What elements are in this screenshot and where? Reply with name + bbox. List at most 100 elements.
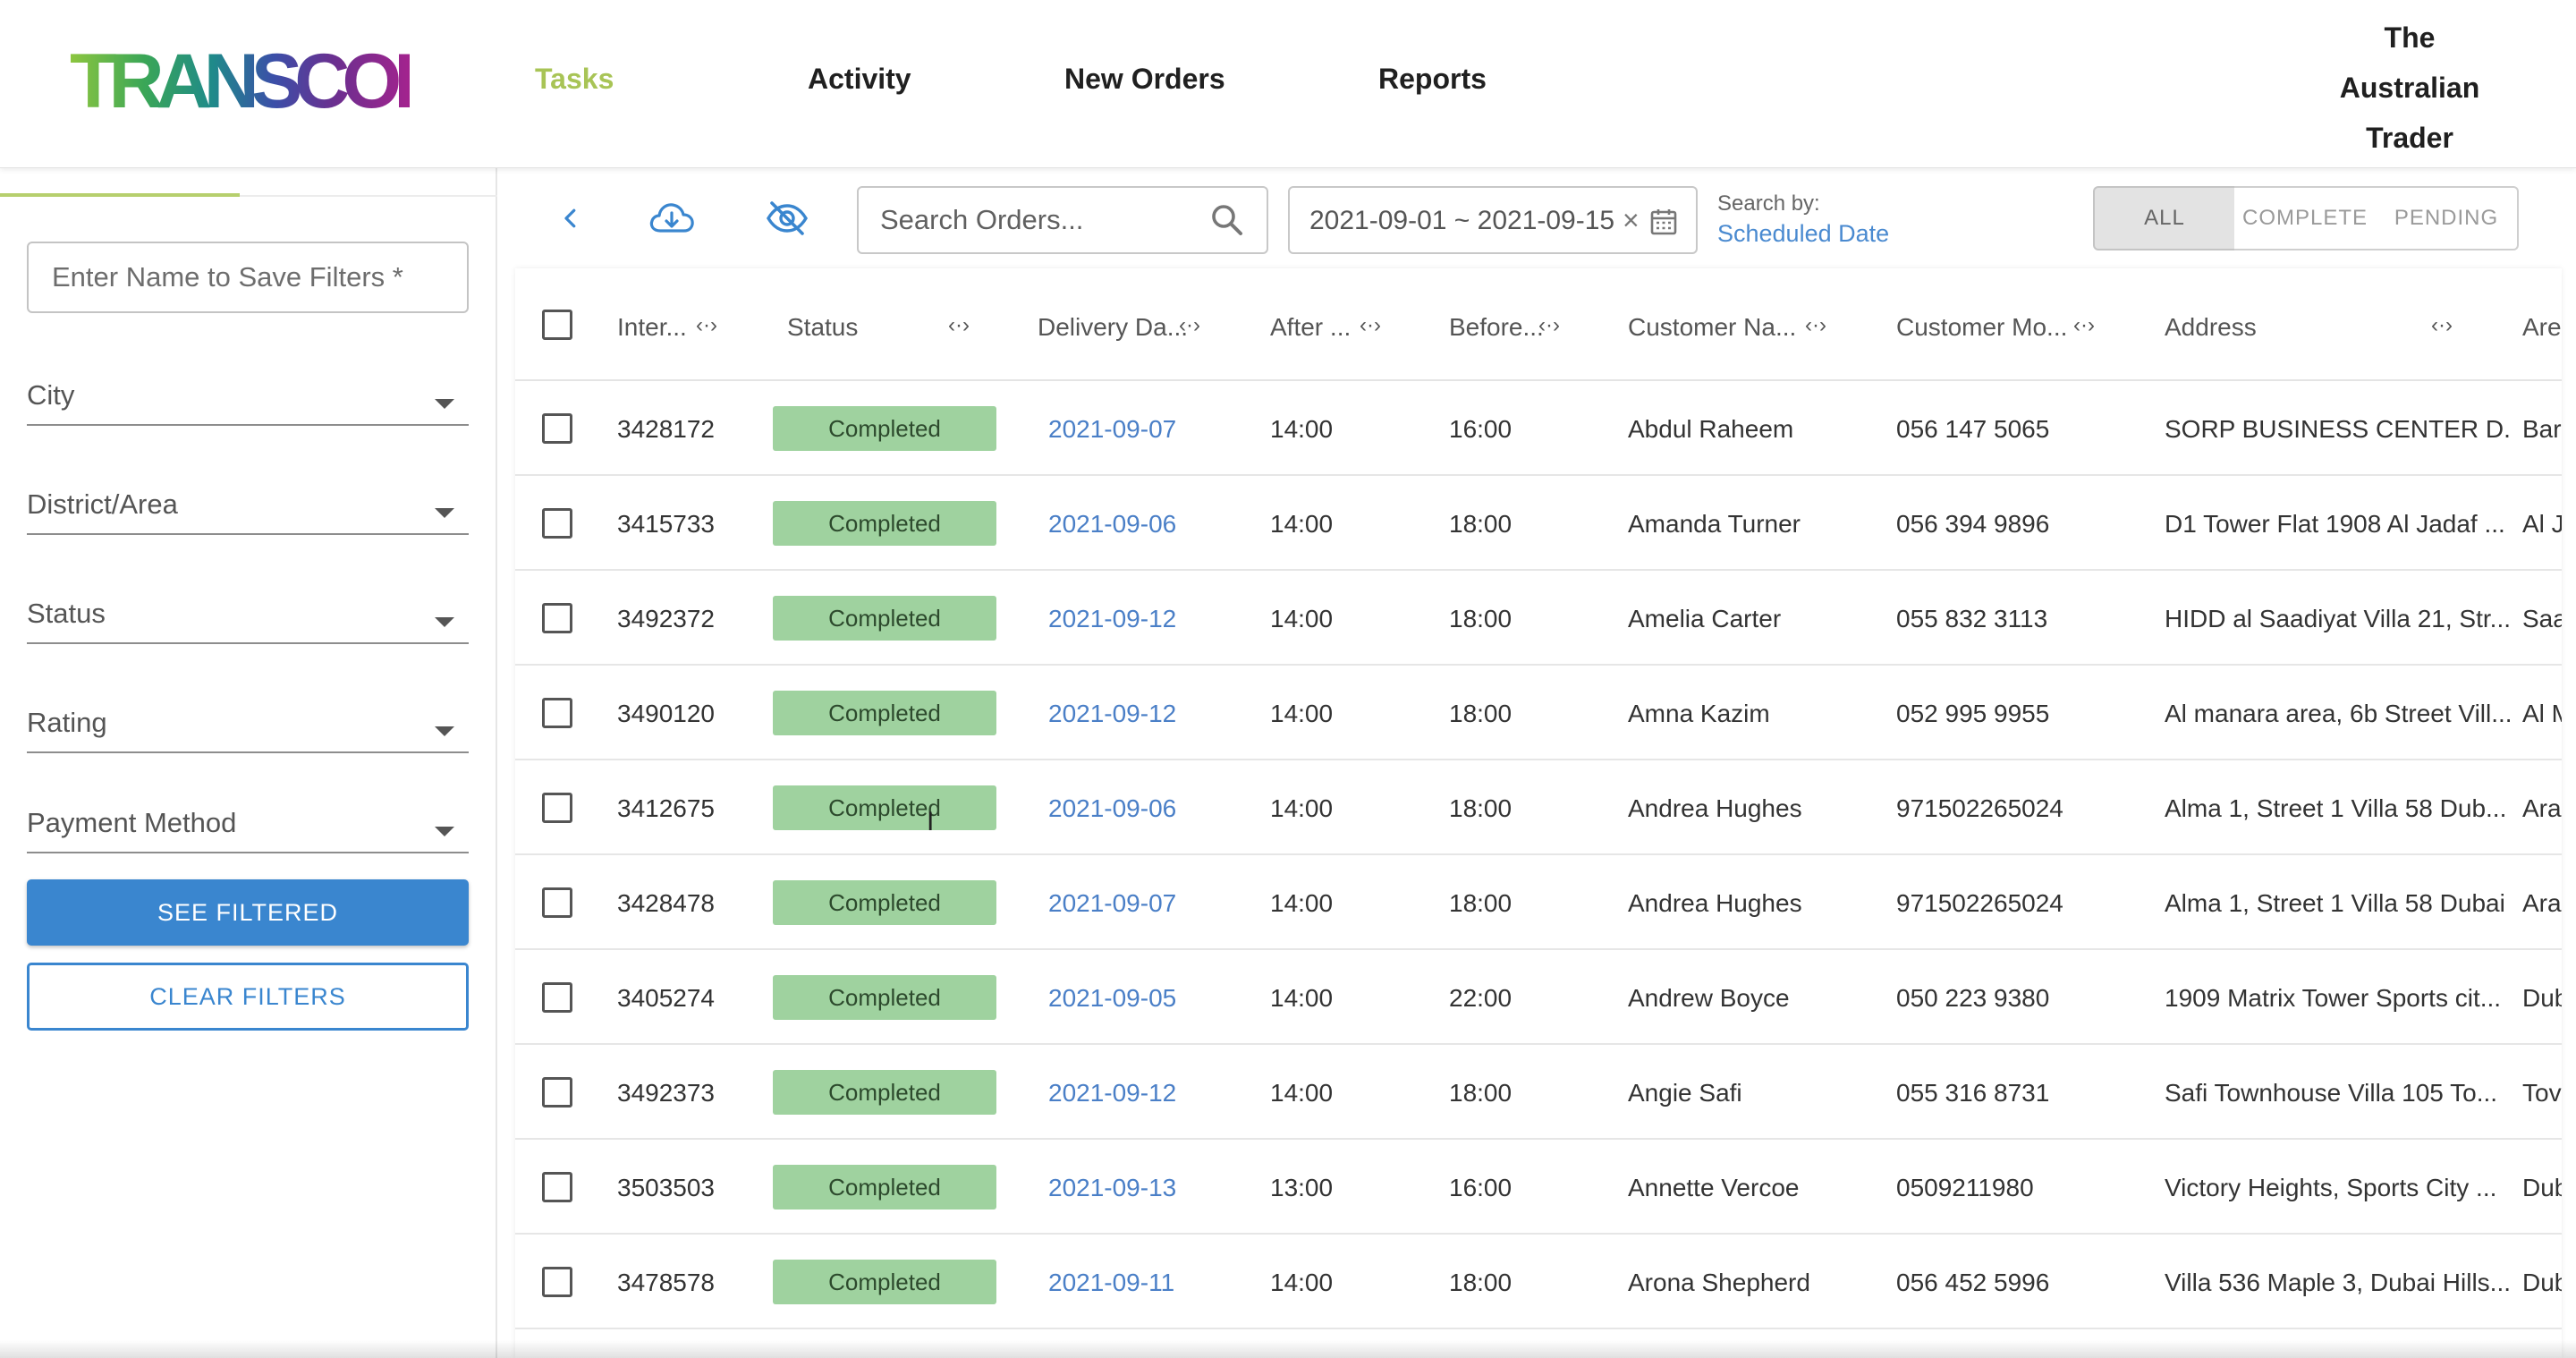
column-resize-icon[interactable]: ‹·› [2431,313,2453,338]
search-orders-input[interactable] [880,188,1202,252]
cell-address: SORP BUSINESS CENTER D... [2165,415,2510,443]
cell-address: Villa 536 Maple 3, Dubai Hills... [2165,1269,2510,1296]
filter-pending-button[interactable]: PENDING [2376,186,2519,250]
download-button[interactable] [644,193,699,243]
column-header-customer-name[interactable]: Customer Na... [1628,313,1796,342]
cell-delivery-date-link[interactable]: 2021-09-07 [1048,889,1176,918]
district-area-select[interactable]: District/Area [27,481,469,535]
table-row[interactable]: 3428478 Completed 2021-09-07 14:00 18:00… [515,855,2562,950]
nav-new-orders[interactable]: New Orders [1064,63,1225,96]
cell-delivery-date-link[interactable]: 2021-09-07 [1048,415,1176,444]
see-filtered-button[interactable]: SEE FILTERED [27,879,469,946]
city-select[interactable]: City [27,372,469,426]
cell-delivery-date-link[interactable]: 2021-09-12 [1048,1079,1176,1108]
text-cursor-icon: I [927,807,935,836]
row-checkbox[interactable] [542,698,572,728]
table-row[interactable]: 3503503 Completed 2021-09-13 13:00 16:00… [515,1140,2562,1235]
cell-address: 1909 Matrix Tower Sports cit... [2165,984,2502,1012]
column-resize-icon[interactable]: ‹·› [2073,313,2095,338]
row-checkbox[interactable] [542,603,572,633]
sidebar-tab-divider [240,195,497,197]
column-header-after[interactable]: After ... [1270,313,1351,342]
cell-address: Alma 1, Street 1 Villa 58 Dubai [2165,889,2505,917]
nav-reports[interactable]: Reports [1378,63,1487,96]
nav-activity[interactable]: Activity [808,63,911,96]
toggle-columns-button[interactable] [760,193,814,243]
column-resize-icon[interactable]: ‹·› [1179,313,1200,338]
status-badge: Completed [773,596,996,641]
account-name-line-3: Trader [2366,122,2453,154]
rating-select[interactable]: Rating [27,700,469,753]
table-header: Inter... ‹·› Status ‹·› Delivery Da... ‹… [515,268,2562,381]
row-checkbox[interactable] [542,982,572,1013]
row-checkbox[interactable] [542,1267,572,1297]
row-checkbox[interactable] [542,793,572,823]
cell-customer-mobile: 971502265024 [1896,889,2063,917]
cell-delivery-date-link[interactable]: 2021-09-12 [1048,605,1176,633]
column-resize-icon[interactable]: ‹·› [948,313,970,338]
column-header-delivery-date[interactable]: Delivery Da... [1038,313,1188,342]
cell-internal-id: 3405274 [617,984,716,1012]
nav-tasks[interactable]: Tasks [535,63,614,96]
calendar-icon[interactable] [1649,208,1678,236]
row-checkbox[interactable] [542,887,572,918]
row-checkbox[interactable] [542,508,572,539]
eye-off-icon [767,201,808,235]
cloud-download-icon [649,203,694,233]
cell-area: Dub [2522,1174,2562,1201]
column-resize-icon[interactable]: ‹·› [1360,313,1381,338]
filter-complete-button[interactable]: COMPLETE [2234,186,2377,250]
table-row[interactable]: 3492373 Completed 2021-09-12 14:00 18:00… [515,1045,2562,1140]
search-by-value-link[interactable]: Scheduled Date [1717,220,1889,248]
cell-internal-id: 3412675 [617,794,716,822]
cell-delivery-date-link[interactable]: 2021-09-12 [1048,700,1176,728]
column-header-customer-mobile[interactable]: Customer Mo... [1896,313,2067,342]
row-checkbox[interactable] [542,1077,572,1108]
cell-area: Al M [2522,700,2562,727]
column-header-address[interactable]: Address [2165,313,2257,342]
table-row[interactable]: 3492372 Completed 2021-09-12 14:00 18:00… [515,571,2562,666]
cell-delivery-date-link[interactable]: 2021-09-13 [1048,1174,1176,1202]
column-resize-icon[interactable]: ‹·› [1538,313,1560,338]
table-row[interactable]: 3478578 Completed 2021-09-11 14:00 18:00… [515,1235,2562,1329]
status-badge: Completed [773,785,996,830]
table-row[interactable]: 3428172 Completed 2021-09-07 14:00 16:00… [515,381,2562,476]
search-icon[interactable] [1209,202,1245,238]
column-resize-icon[interactable]: ‹·› [696,313,717,338]
row-checkbox[interactable] [542,413,572,444]
cell-delivery-date-link[interactable]: 2021-09-05 [1048,984,1176,1013]
column-resize-icon[interactable]: ‹·› [1805,313,1826,338]
payment-method-select[interactable]: Payment Method [27,800,469,853]
clear-date-icon[interactable]: × [1623,204,1640,237]
status-select[interactable]: Status [27,590,469,644]
save-filter-name-input[interactable] [27,242,469,313]
cell-delivery-date-link[interactable]: 2021-09-06 [1048,510,1176,539]
cell-delivery-date-link[interactable]: 2021-09-11 [1048,1269,1174,1297]
date-range-picker[interactable]: 2021-09-01 ~ 2021-09-15 × [1288,186,1698,254]
column-header-status[interactable]: Status [787,313,858,342]
cell-after-time: 14:00 [1270,889,1334,917]
cell-before-time: 18:00 [1449,1269,1513,1296]
cell-customer-mobile: 052 995 9955 [1896,700,2050,727]
cell-delivery-date-link[interactable]: 2021-09-06 [1048,794,1176,823]
row-checkbox[interactable] [542,1172,572,1202]
transcorp-logo[interactable]: TRANSCORP [70,43,493,120]
table-row[interactable]: 3405274 Completed 2021-09-05 14:00 22:00… [515,950,2562,1045]
date-range-value: 2021-09-01 ~ 2021-09-15 [1309,206,1615,235]
column-header-before[interactable]: Before... [1449,313,1544,342]
dropdown-caret-icon [435,508,454,518]
column-header-area[interactable]: Are [2522,313,2562,342]
table-row[interactable]: 3490120 Completed 2021-09-12 14:00 18:00… [515,666,2562,760]
back-button[interactable] [546,193,596,243]
cell-internal-id: 3415733 [617,510,716,538]
search-orders-box[interactable] [857,186,1268,254]
status-badge: Completed [773,1165,996,1209]
clear-filters-button[interactable]: CLEAR FILTERS [27,963,469,1031]
table-row[interactable]: 3415733 Completed 2021-09-06 14:00 18:00… [515,476,2562,571]
cell-customer-name: Annette Vercoe [1628,1174,1800,1201]
column-header-internal-id[interactable]: Inter... [617,313,687,342]
table-row[interactable]: 3412675 Completed 2021-09-06 14:00 18:00… [515,760,2562,855]
account-menu[interactable]: The Australian Trader [2290,13,2529,163]
select-all-checkbox[interactable] [542,310,572,340]
filter-all-button[interactable]: ALL [2093,186,2236,250]
